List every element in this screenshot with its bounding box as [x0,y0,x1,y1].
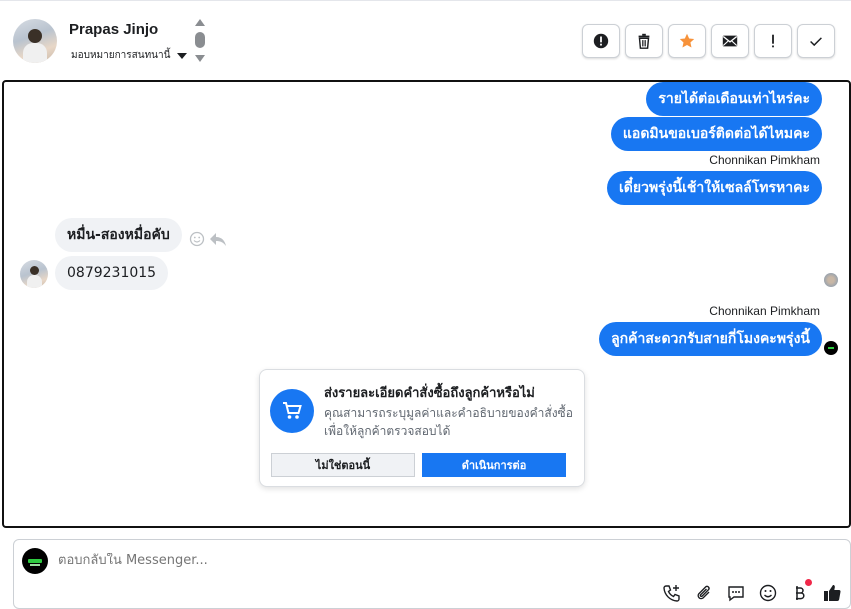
order-card-title: ส่งรายละเอียดคำสั่งซื้อถึงลูกค้าหรือไม่ [324,386,535,401]
reply-icon[interactable] [209,231,227,247]
notification-dot [805,579,812,586]
composer-toolbar [662,579,842,603]
trash-icon [638,33,650,49]
delivered-indicator-avatar [824,341,838,355]
emoji-react-icon[interactable] [189,231,205,247]
outgoing-message[interactable]: รายได้ต่อเดือนเท่าไหร่คะ [646,82,822,116]
mark-done-button[interactable] [797,24,835,58]
delete-button[interactable] [625,24,663,58]
seen-indicator-avatar [824,273,838,287]
contact-avatar-small[interactable] [20,260,48,288]
header-scroll-control[interactable] [194,19,206,65]
incoming-message[interactable]: หมื่น-สองหมื่อคับ [55,218,182,252]
star-icon [679,33,695,48]
exclamation-icon [772,34,774,48]
cart-icon [270,389,314,433]
conversation-toolbar [582,24,835,58]
contact-avatar[interactable] [13,19,57,63]
not-now-button[interactable]: ไม่ใช่ตอนนี้ [271,453,415,477]
mark-spam-button[interactable] [582,24,620,58]
star-button[interactable] [668,24,706,58]
order-card-description: คุณสามารถระบุมูลค่าและคำอธิบายของคำสั่งซ… [324,406,573,438]
sender-name: Chonnikan Pimkham [709,153,820,167]
message-thread: รายได้ต่อเดือนเท่าไหร่คะ แอดมินขอเบอร์ติ… [2,80,851,528]
conversation-header: Prapas Jinjo มอบหมายการสนทนานี้ [0,0,851,80]
like-icon[interactable] [822,583,842,603]
assign-label: มอบหมายการสนทนานี้ [71,50,171,61]
call-add-icon[interactable] [662,583,682,603]
scroll-down-arrow-icon[interactable] [195,55,205,62]
mark-unread-button[interactable] [711,24,749,58]
important-button[interactable] [754,24,792,58]
page-avatar [22,548,48,574]
reply-input[interactable] [58,553,558,568]
chevron-down-icon [177,52,188,59]
reply-composer [13,539,851,609]
emoji-icon[interactable] [758,583,778,603]
alert-circle-icon [593,33,609,49]
message-actions [189,231,227,247]
outgoing-message[interactable]: เดี๋ยวพรุ่งนี้เช้าให้เซลล์โทรหาคะ [607,171,822,205]
baht-icon[interactable] [790,579,812,603]
order-details-prompt-card: ส่งรายละเอียดคำสั่งซื้อถึงลูกค้าหรือไม่ … [259,369,585,487]
check-icon [810,37,822,47]
attach-icon[interactable] [694,583,714,603]
outgoing-message[interactable]: ลูกค้าสะดวกรับสายกี่โมงคะพรุ่งนี้ [599,322,822,356]
incoming-message[interactable]: 0879231015 [55,256,169,290]
saved-reply-icon[interactable] [726,583,746,603]
scroll-up-arrow-icon[interactable] [195,19,205,26]
envelope-icon [722,35,738,47]
assign-conversation-dropdown[interactable]: มอบหมายการสนทนานี้ [71,48,188,63]
inbox-conversation-view: Prapas Jinjo มอบหมายการสนทนานี้ รายได้ต่… [0,0,851,609]
contact-name[interactable]: Prapas Jinjo [69,21,158,38]
scroll-thumb[interactable] [195,32,205,48]
outgoing-message[interactable]: แอดมินขอเบอร์ติดต่อได้ไหมคะ [610,117,822,151]
continue-button[interactable]: ดำเนินการต่อ [422,453,566,477]
sender-name: Chonnikan Pimkham [709,304,820,318]
